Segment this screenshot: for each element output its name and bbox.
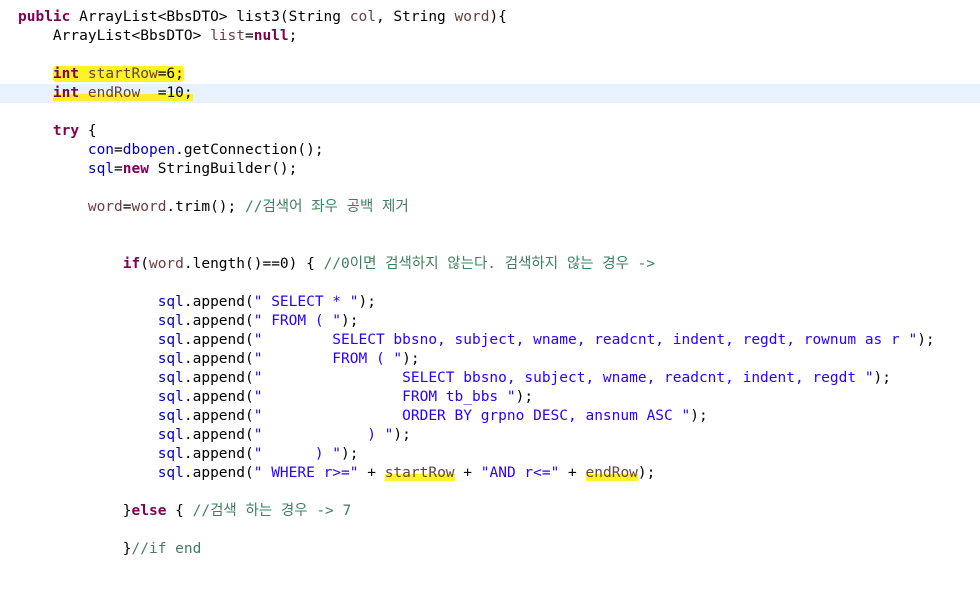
field-sql: sql: [87, 161, 115, 177]
keyword-null: null: [253, 28, 289, 44]
string-literal: " SELECT * ": [253, 294, 359, 310]
field-con: con: [87, 142, 115, 158]
code-line-text: sql.append(" FROM tb_bbs ");: [157, 389, 534, 405]
keyword-new: new: [122, 161, 149, 177]
param-word: word: [148, 256, 184, 272]
code-line[interactable]: con=dbopen.getConnection();: [0, 141, 980, 160]
code-line[interactable]: if(word.length()==0) { //0이면 검색하지 않는다. 검…: [0, 255, 980, 274]
code-line-text: int startRow=6;: [18, 65, 184, 84]
field-sql: sql: [157, 446, 184, 462]
highlight-marker: int endRow =10;: [52, 85, 193, 101]
code-line[interactable]: ArrayList<BbsDTO> list=null;: [0, 27, 980, 46]
code-line-text: }else { //검색 하는 경우 -> 7: [18, 503, 352, 519]
param-word: word: [131, 199, 167, 215]
code-line-text: sql.append(" ORDER BY grpno DESC, ansnum…: [157, 408, 708, 424]
code-line-text: sql.append(" SELECT bbsno, subject, wnam…: [157, 370, 892, 386]
comment: //0이면 검색하지 않는다. 검색하지 않는 경우 ->: [323, 256, 656, 272]
string-literal: " ORDER BY grpno DESC, ansnum ASC ": [253, 408, 691, 424]
field-sql: sql: [157, 427, 184, 443]
string-literal: " FROM ( ": [253, 313, 342, 329]
code-line-text: sql.append(" FROM ( ");: [157, 351, 420, 367]
string-literal: " SELECT bbsno, subject, wname, readcnt,…: [253, 370, 874, 386]
comment: //if end: [131, 541, 202, 557]
code-line-text: con=dbopen.getConnection();: [87, 142, 324, 158]
field-sql: sql: [157, 465, 184, 481]
code-line-text: }//if end: [18, 541, 202, 557]
code-line-text: try {: [52, 123, 97, 139]
keyword-if: if: [122, 256, 141, 272]
code-line-text: public ArrayList<BbsDTO> list3(String co…: [18, 9, 507, 25]
string-literal: " SELECT bbsno, subject, wname, readcnt,…: [253, 332, 918, 348]
code-line-text: sql.append(" WHERE r>=" + startRow + "AN…: [157, 465, 656, 481]
field-sql: sql: [157, 313, 184, 329]
field-sql: sql: [157, 389, 184, 405]
field-sql: sql: [157, 370, 184, 386]
code-line-text: ArrayList<BbsDTO> list=null;: [18, 28, 298, 44]
string-literal: " WHERE r>=": [253, 465, 359, 481]
field-sql: sql: [157, 408, 184, 424]
local-end-row: endRow: [585, 465, 638, 481]
code-line[interactable]: try {: [0, 122, 980, 141]
local-list: list: [210, 28, 245, 44]
keyword-int: int: [52, 85, 80, 101]
field-sql: sql: [157, 294, 184, 310]
local-start-row: startRow: [384, 465, 455, 481]
code-line[interactable]: }else { //검색 하는 경우 -> 7: [0, 502, 980, 521]
code-line-text: sql.append(" SELECT * ");: [157, 294, 376, 310]
code-line[interactable]: }//if end: [0, 540, 980, 559]
code-line-text: word=word.trim(); //검색어 좌우 공백 제거: [87, 199, 409, 215]
keyword-try: try: [52, 123, 80, 139]
code-line[interactable]: sql.append(" WHERE r>=" + startRow + "AN…: [0, 464, 980, 483]
code-line[interactable]: sql.append(" SELECT * ");: [0, 293, 980, 312]
code-line[interactable]: sql.append(" FROM ( ");: [0, 312, 980, 331]
string-literal: " ) ": [253, 446, 342, 462]
code-line[interactable]: sql.append(" FROM tb_bbs ");: [0, 388, 980, 407]
comment: //검색어 좌우 공백 제거: [245, 199, 409, 215]
code-line-text: sql.append(" ) ");: [157, 446, 359, 462]
local-end-row: endRow: [87, 85, 141, 101]
highlight-marker: startRow: [384, 465, 455, 481]
field-sql: sql: [157, 332, 184, 348]
param-word: word: [454, 9, 490, 25]
code-line-start-row[interactable]: int startRow=6;: [0, 65, 980, 84]
string-literal: " ) ": [253, 427, 394, 443]
code-line-text: sql=new StringBuilder();: [87, 161, 298, 177]
string-literal: "AND r<=": [480, 465, 560, 481]
code-line[interactable]: sql=new StringBuilder();: [0, 160, 980, 179]
code-line-text: if(word.length()==0) { //0이면 검색하지 않는다. 검…: [122, 256, 656, 272]
code-line[interactable]: sql.append(" ORDER BY grpno DESC, ansnum…: [0, 407, 980, 426]
comment: //검색 하는 경우 -> 7: [192, 503, 352, 519]
param-col: col: [349, 9, 376, 25]
code-line-text: int endRow =10;: [18, 84, 193, 103]
string-literal: " FROM tb_bbs ": [253, 389, 516, 405]
field-dbopen: dbopen: [122, 142, 176, 158]
code-line[interactable]: sql.append(" ) ");: [0, 426, 980, 445]
code-line[interactable]: public ArrayList<BbsDTO> list3(String co…: [0, 8, 980, 27]
highlight-marker: endRow: [585, 465, 638, 481]
code-line[interactable]: word=word.trim(); //검색어 좌우 공백 제거: [0, 198, 980, 217]
code-line[interactable]: sql.append(" SELECT bbsno, subject, wnam…: [0, 331, 980, 350]
local-start-row: startRow: [87, 66, 158, 82]
code-line-text: sql.append(" SELECT bbsno, subject, wnam…: [157, 332, 935, 348]
keyword-public: public: [18, 9, 71, 25]
current-line-end-row[interactable]: int endRow =10;: [0, 84, 980, 103]
highlight-marker: int startRow=6;: [52, 66, 184, 82]
keyword-int: int: [52, 66, 80, 82]
code-line[interactable]: sql.append(" ) ");: [0, 445, 980, 464]
code-editor[interactable]: public ArrayList<BbsDTO> list3(String co…: [0, 0, 980, 565]
code-line[interactable]: sql.append(" SELECT bbsno, subject, wnam…: [0, 369, 980, 388]
code-line-text: sql.append(" FROM ( ");: [157, 313, 359, 329]
code-line[interactable]: sql.append(" FROM ( ");: [0, 350, 980, 369]
code-line-text: sql.append(" ) ");: [157, 427, 411, 443]
field-sql: sql: [157, 351, 184, 367]
string-literal: " FROM ( ": [253, 351, 403, 367]
param-word: word: [87, 199, 123, 215]
keyword-else: else: [131, 503, 167, 519]
